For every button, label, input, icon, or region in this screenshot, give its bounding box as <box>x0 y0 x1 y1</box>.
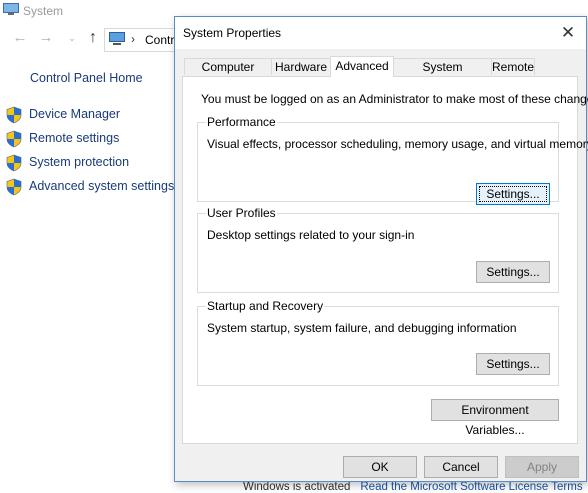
user-profiles-group: User Profiles Desktop settings related t… <box>197 206 559 293</box>
control-panel-home-link[interactable]: Control Panel Home <box>30 71 143 85</box>
breadcrumb-control-panel[interactable]: Contr <box>145 33 174 47</box>
user-profiles-settings-button[interactable]: Settings... <box>476 261 550 283</box>
tab-system-protection[interactable]: System Protection <box>393 58 492 91</box>
dialog-titlebar: System Properties ✕ <box>175 17 586 49</box>
activation-status: Windows is activated Read the Microsoft S… <box>243 481 583 493</box>
environment-variables-button[interactable]: Environment Variables... <box>431 399 559 437</box>
tab-hardware[interactable]: Hardware <box>271 58 331 75</box>
tab-remote[interactable]: Remote <box>491 58 535 75</box>
admin-notice: You must be logged on as an Administrato… <box>201 92 588 106</box>
shield-icon <box>6 178 22 196</box>
activation-text: Windows is activated <box>243 481 351 493</box>
cancel-button[interactable]: Cancel <box>424 456 498 478</box>
up-arrow-icon[interactable]: ↑ <box>85 30 101 46</box>
tab-advanced[interactable]: Advanced <box>330 56 394 77</box>
startup-recovery-settings-button[interactable]: Settings... <box>476 353 550 375</box>
system-protection-label: System protection <box>29 155 130 169</box>
close-icon[interactable]: ✕ <box>556 21 580 45</box>
back-arrow-icon[interactable]: ← <box>12 30 28 46</box>
dialog-title: System Properties <box>183 26 282 40</box>
performance-group: Performance Visual effects, processor sc… <box>197 115 588 205</box>
performance-settings-button[interactable]: Settings... <box>476 183 550 205</box>
user-profiles-description: Desktop settings related to your sign-in <box>207 228 415 242</box>
apply-button[interactable]: Apply <box>505 456 579 478</box>
device-manager-label: Device Manager <box>29 107 121 121</box>
system-properties-dialog: System Properties ✕ Computer Name Hardwa… <box>174 16 588 482</box>
performance-description: Visual effects, processor scheduling, me… <box>207 137 588 151</box>
user-profiles-legend: User Profiles <box>206 206 277 220</box>
tab-computer-name[interactable]: Computer Name <box>184 58 272 91</box>
shield-icon <box>6 154 22 172</box>
shield-icon <box>6 106 22 124</box>
startup-recovery-description: System startup, system failure, and debu… <box>207 321 517 335</box>
advanced-tab-panel: You must be logged on as an Administrato… <box>182 76 588 444</box>
recent-locations-chevron-icon[interactable]: ⌄ <box>64 30 80 46</box>
computer-icon <box>3 3 19 15</box>
system-window-title: System <box>23 4 64 18</box>
startup-recovery-group: Startup and Recovery System startup, sys… <box>197 299 559 386</box>
advanced-system-settings-label: Advanced system settings <box>29 179 175 193</box>
license-terms-link[interactable]: Read the Microsoft Software License Term… <box>360 481 582 493</box>
shield-icon <box>6 130 22 148</box>
ok-button[interactable]: OK <box>343 456 417 478</box>
computer-icon <box>109 32 125 45</box>
remote-settings-label: Remote settings <box>29 131 120 145</box>
forward-arrow-icon[interactable]: → <box>38 30 54 46</box>
startup-recovery-legend: Startup and Recovery <box>206 299 325 313</box>
performance-legend: Performance <box>206 115 277 129</box>
breadcrumb-separator: › <box>131 32 135 46</box>
